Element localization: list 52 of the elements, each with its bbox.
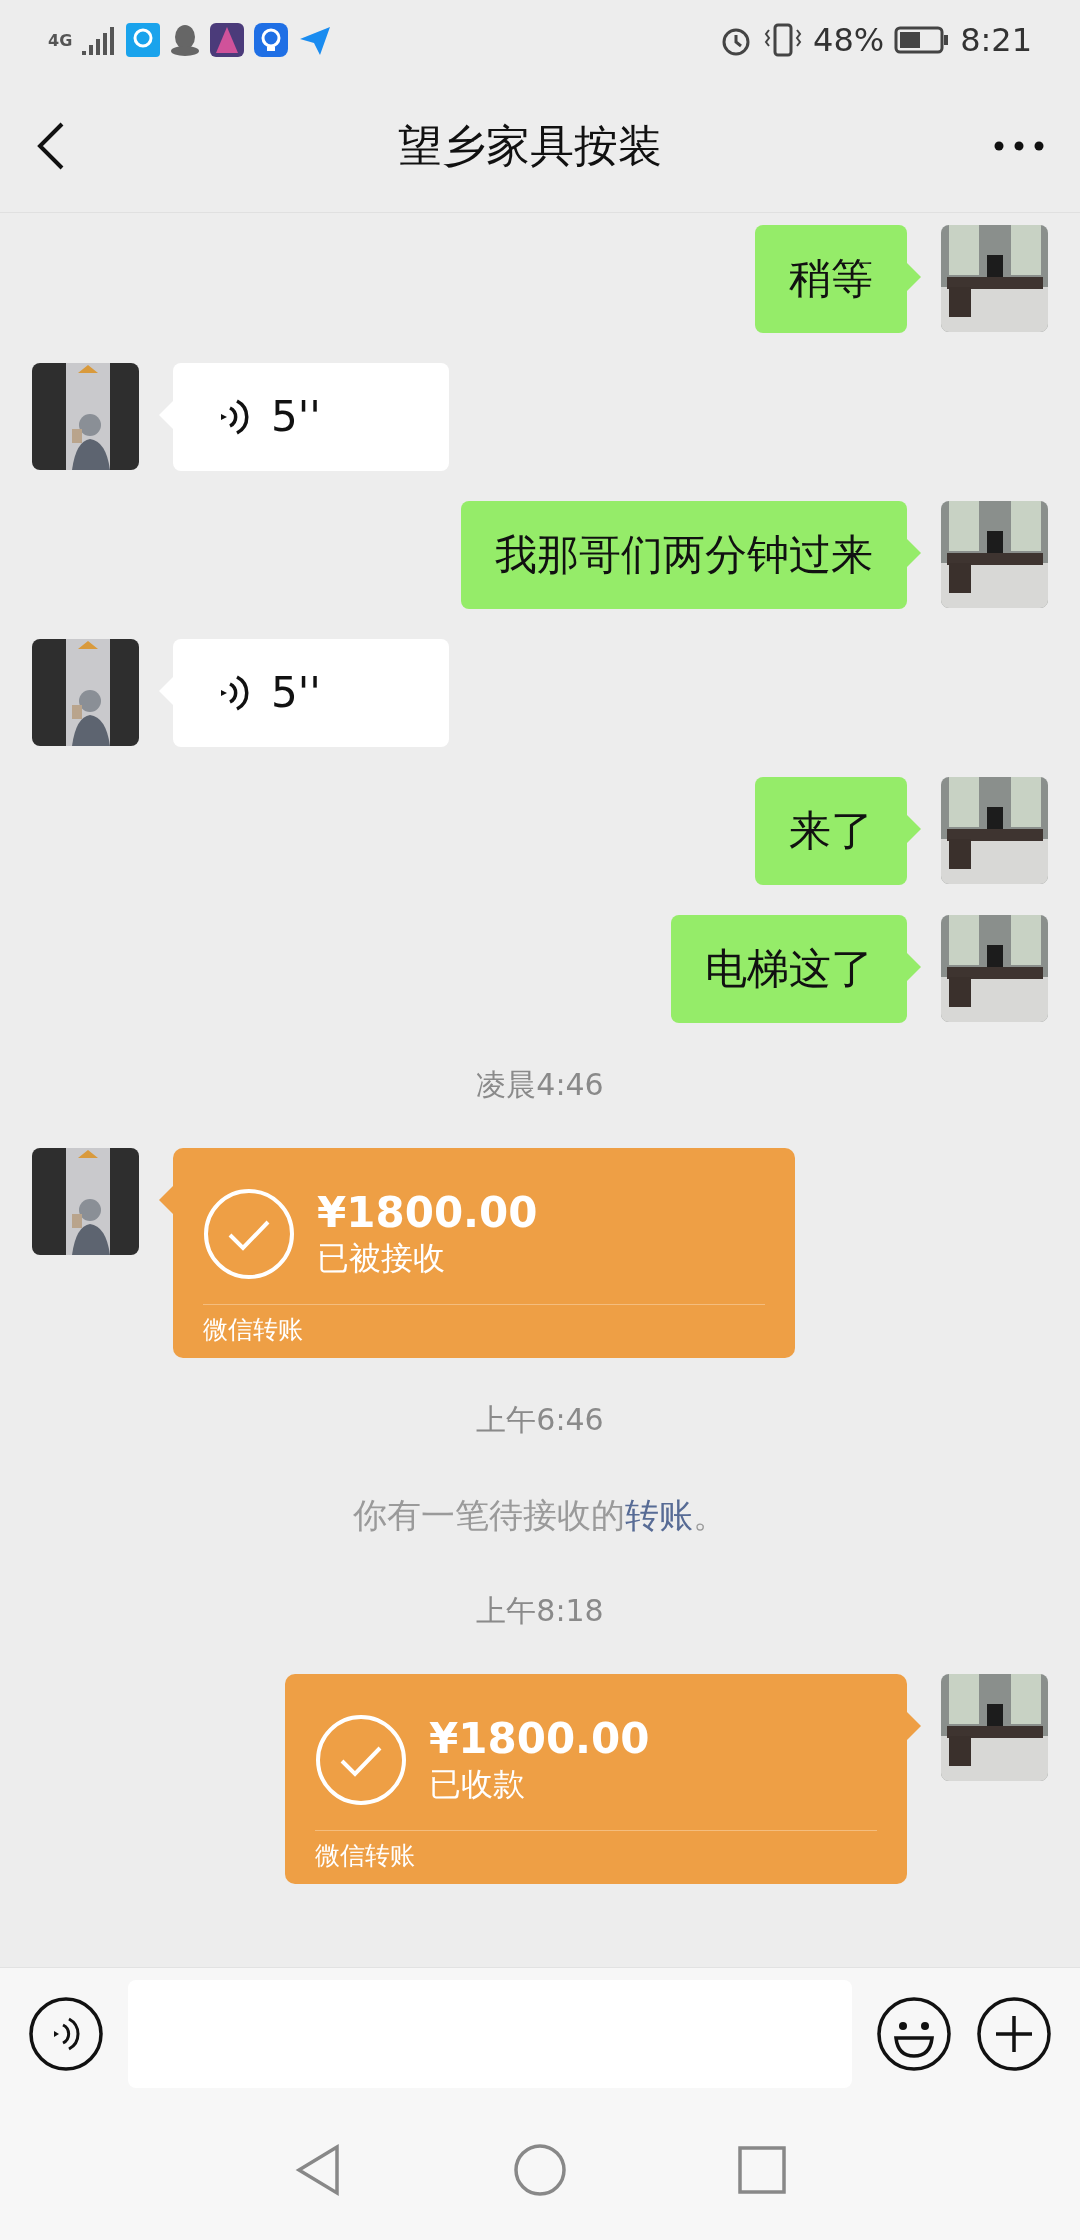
timestamp: 凌晨4:46 (476, 1066, 604, 1104)
voice-message[interactable]: 5'' (173, 363, 449, 471)
transfer-amount: ¥1800.00 (317, 1187, 538, 1237)
voice-duration: 5'' (271, 667, 321, 719)
game-icon (210, 23, 245, 57)
voice-input-button[interactable] (28, 1996, 104, 2072)
timestamp: 上午8:18 (476, 1592, 604, 1630)
nav-home-button[interactable] (513, 2143, 567, 2197)
network-type: 4G (48, 30, 73, 50)
transfer-link[interactable]: 转账 (625, 1495, 693, 1535)
back-button[interactable] (36, 121, 66, 171)
emoji-button[interactable] (876, 1996, 952, 2072)
transfer-status: 已收款 (429, 1763, 526, 1805)
plus-icon (976, 1996, 1052, 2072)
bubble-tail (907, 1712, 921, 1740)
smiley-icon (876, 1996, 952, 2072)
transfer-status: 已被接收 (317, 1237, 446, 1279)
message-bubble: 来了 (755, 777, 907, 885)
plus-button[interactable] (976, 1996, 1052, 2072)
lightbulb-icon (254, 23, 289, 57)
chat-title: 望乡家具按装 (398, 118, 662, 173)
transfer-label: 微信转账 (315, 1830, 877, 1872)
more-button[interactable] (994, 141, 1044, 151)
transfer-label: 微信转账 (203, 1304, 765, 1346)
circle-icon (513, 2143, 567, 2197)
message-bubble: 我那哥们两分钟过来 (461, 501, 907, 609)
bubble-tail (907, 815, 921, 843)
more-icon (994, 141, 1044, 151)
app-icon (126, 23, 161, 57)
bubble-tail (907, 953, 921, 981)
clock-time: 8:21 (960, 21, 1032, 59)
voice-icon (219, 673, 249, 713)
vibrate-icon (763, 22, 803, 58)
system-message: 你有一笔待接收的转账。 (353, 1494, 727, 1537)
message-bubble: 稍等 (755, 225, 907, 333)
voice-duration: 5'' (271, 391, 321, 443)
nav-recents-button[interactable] (737, 2145, 787, 2195)
timestamp: 上午6:46 (476, 1401, 604, 1439)
transfer-amount: ¥1800.00 (429, 1713, 650, 1763)
voice-icon (28, 1996, 104, 2072)
message-bubble: 电梯这了 (671, 915, 907, 1023)
bubble-tail (907, 539, 921, 567)
bubble-tail (907, 263, 921, 291)
voice-message[interactable]: 5'' (173, 639, 449, 747)
back-icon (36, 121, 66, 171)
square-icon (737, 2145, 787, 2195)
battery-percent: 48% (813, 21, 885, 59)
battery-icon (894, 26, 951, 54)
checkmark-circle-icon (203, 1188, 295, 1280)
checkmark-circle-icon (315, 1714, 407, 1806)
voice-icon (219, 397, 249, 437)
signal-icon (82, 25, 117, 55)
